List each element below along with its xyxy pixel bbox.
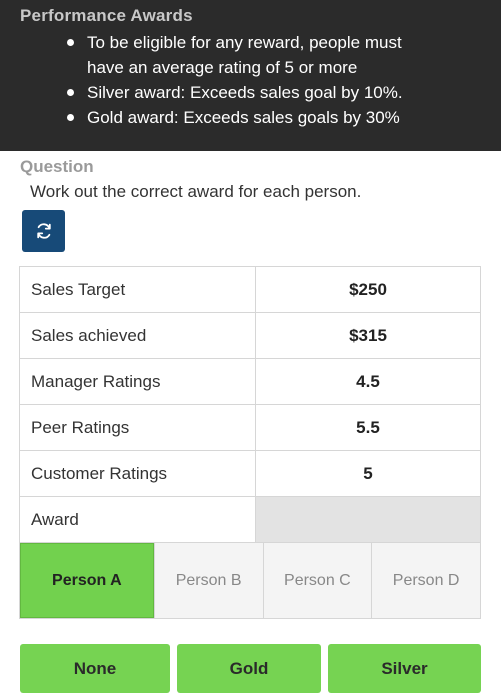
row-label: Customer Ratings xyxy=(19,450,256,497)
gold-button[interactable]: Gold xyxy=(177,644,321,693)
person-tabs: Person A Person B Person C Person D xyxy=(19,542,481,619)
rule-item: Gold award: Exceeds sales goals by 30% xyxy=(0,105,501,130)
question-label: Question xyxy=(20,157,94,176)
row-value: 5.5 xyxy=(255,404,481,451)
row-value: 5 xyxy=(255,450,481,497)
none-button[interactable]: None xyxy=(20,644,170,693)
tab-person-c[interactable]: Person C xyxy=(262,543,372,618)
row-value: $315 xyxy=(255,312,481,359)
bullet-icon xyxy=(67,39,74,46)
rule-text: To be eligible for any reward, people mu… xyxy=(87,33,402,77)
rule-text: Silver award: Exceeds sales goal by 10%. xyxy=(87,83,403,102)
rules-list: To be eligible for any reward, people mu… xyxy=(0,30,501,130)
table-row: Customer Ratings 5 xyxy=(19,450,481,497)
row-label: Manager Ratings xyxy=(19,358,256,405)
instructions-title: Performance Awards xyxy=(20,6,193,25)
rule-item: Silver award: Exceeds sales goal by 10%. xyxy=(0,80,501,105)
bullet-icon xyxy=(67,89,74,96)
refresh-button[interactable] xyxy=(22,210,65,252)
instructions-panel: Performance Awards To be eligible for an… xyxy=(0,0,501,151)
rule-item: To be eligible for any reward, people mu… xyxy=(0,30,501,80)
row-value: 4.5 xyxy=(255,358,481,405)
row-value: $250 xyxy=(255,266,481,313)
performance-table: Sales Target $250 Sales achieved $315 Ma… xyxy=(19,266,481,543)
tab-person-b[interactable]: Person B xyxy=(153,543,263,618)
question-text: Work out the correct award for each pers… xyxy=(30,182,362,201)
table-row: Sales Target $250 xyxy=(19,266,481,313)
award-label: Award xyxy=(19,496,256,543)
award-drop-zone[interactable] xyxy=(255,496,481,543)
refresh-icon xyxy=(36,223,51,239)
row-label: Peer Ratings xyxy=(19,404,256,451)
rule-text: Gold award: Exceeds sales goals by 30% xyxy=(87,108,400,127)
silver-button[interactable]: Silver xyxy=(328,644,481,693)
tab-person-a[interactable]: Person A xyxy=(20,543,154,618)
row-label: Sales achieved xyxy=(19,312,256,359)
table-row: Manager Ratings 4.5 xyxy=(19,358,481,405)
table-row: Peer Ratings 5.5 xyxy=(19,404,481,451)
bullet-icon xyxy=(67,114,74,121)
row-label: Sales Target xyxy=(19,266,256,313)
table-row: Award xyxy=(19,496,481,543)
tab-person-d[interactable]: Person D xyxy=(371,543,480,618)
table-row: Sales achieved $315 xyxy=(19,312,481,359)
